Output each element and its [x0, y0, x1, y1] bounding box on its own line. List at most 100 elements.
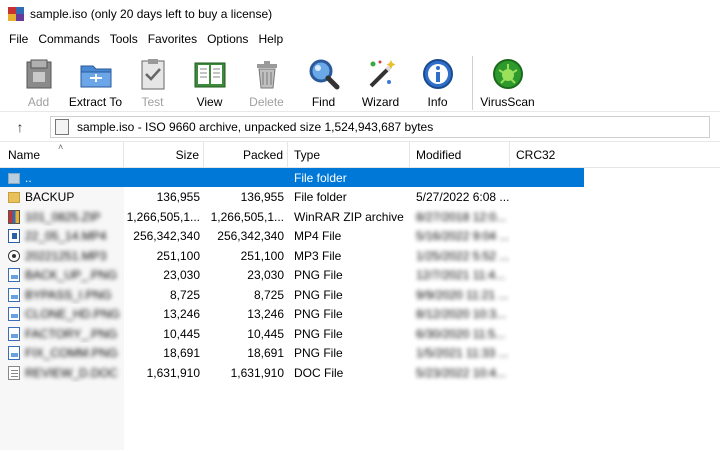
file-name-cell: .. — [0, 168, 124, 187]
file-packed: 23,030 — [247, 268, 284, 282]
file-type: PNG File — [294, 346, 343, 360]
file-modified-cell — [410, 168, 510, 187]
file-name-cell: CLONE_HD.PNG — [0, 305, 124, 324]
sort-ascending-icon: ˄ — [58, 142, 64, 152]
menu-help[interactable]: Help — [253, 32, 288, 46]
column-modified[interactable]: Modified — [410, 141, 510, 168]
file-type: WinRAR ZIP archive — [294, 209, 404, 224]
column-type[interactable]: Type — [288, 141, 410, 168]
file-size — [124, 168, 204, 187]
file-modified: 1/5/2021 11:33 ... — [416, 346, 509, 360]
file-size: 1,266,505,1... — [126, 209, 200, 224]
file-modified: 8/12/2020 10:3... — [416, 307, 507, 321]
file-name: 22_05_14.MP4 — [25, 229, 107, 243]
file-size: 8,725 — [169, 287, 200, 302]
file-modified-cell: 5/27/2022 6:08 ... — [410, 188, 510, 207]
file-type: MP3 File — [294, 248, 342, 263]
file-name-cell: BACKUP — [0, 188, 124, 207]
file-name-cell: 101_0825.ZIP — [0, 207, 124, 226]
delete-button[interactable]: Delete — [238, 54, 295, 110]
file-row[interactable]: REVIEW_D.DOC 1,631,910 1,631,910 DOC File 5/… — [0, 363, 720, 383]
image-file-icon — [8, 307, 20, 321]
folder-icon — [8, 192, 20, 203]
file-name: FACTORY_.PNG — [25, 326, 118, 341]
up-arrow-icon[interactable]: ↑ — [6, 119, 34, 135]
file-row[interactable]: 20221251.MP3 251,100 251,100 MP3 File 1/25/2… — [0, 246, 720, 266]
file-size: 18,691 — [163, 346, 200, 360]
image-file-icon — [8, 268, 20, 282]
info-icon — [420, 56, 456, 92]
winrar-app-icon — [8, 7, 24, 21]
extract-to-button[interactable]: Extract To — [67, 54, 124, 110]
file-row[interactable]: FIX_COMM.PNG 18,691 18,691 PNG File 1/5/2021… — [0, 344, 720, 364]
menu-tools[interactable]: Tools — [105, 32, 143, 46]
test-clipboard-icon — [135, 56, 171, 92]
file-name-cell: BACK_UP_.PNG — [0, 266, 124, 285]
find-button[interactable]: Find — [295, 54, 352, 110]
add-archive-icon — [21, 56, 57, 92]
file-row[interactable]: BACKUP 136,955 136,955 File folder 5/27/2022… — [0, 188, 720, 208]
file-name: FIX_COMM.PNG — [25, 346, 118, 360]
file-row[interactable]: BYPASS_I.PNG 8,725 8,725 PNG File 9/9/2020 1… — [0, 285, 720, 305]
file-size: 251,100 — [156, 248, 200, 263]
file-row[interactable]: 101_0825.ZIP 1,266,505,1... 1,266,505,1...… — [0, 207, 720, 227]
wizard-button[interactable]: Wizard — [352, 54, 409, 110]
image-file-icon — [8, 346, 20, 360]
file-type: DOC File — [294, 365, 344, 380]
file-modified-cell: 8/27/2018 12:0... — [410, 207, 510, 226]
file-row[interactable]: .. File folder — [0, 168, 720, 188]
view-button[interactable]: View — [181, 54, 238, 110]
file-name-cell: BYPASS_I.PNG — [0, 285, 124, 304]
menu-bar: File Commands Tools Favorites Options He… — [0, 28, 720, 50]
document-file-icon — [8, 365, 20, 380]
file-row[interactable]: BACK_UP_.PNG 23,030 23,030 PNG File 12/7/202… — [0, 266, 720, 286]
file-modified-cell: 1/5/2021 11:33 ... — [410, 344, 510, 363]
video-file-icon — [8, 229, 20, 243]
address-bar: ↑ sample.iso - ISO 9660 archive, unpacke… — [0, 112, 720, 142]
file-packed: 8,725 — [253, 287, 284, 302]
file-modified-cell: 9/9/2020 11:21 ... — [410, 285, 510, 304]
file-size: 256,342,340 — [133, 229, 200, 243]
folder-up-icon — [8, 172, 20, 184]
file-packed: 18,691 — [247, 346, 284, 360]
view-book-icon — [192, 56, 228, 92]
file-row[interactable]: 22_05_14.MP4 256,342,340 256,342,340 MP4 Fi… — [0, 227, 720, 247]
file-name-cell: REVIEW_D.DOC — [0, 363, 124, 382]
add-button[interactable]: Add — [10, 54, 67, 110]
file-name: BACK_UP_.PNG — [25, 268, 118, 282]
magnifier-icon — [306, 56, 342, 92]
column-size[interactable]: Size — [124, 141, 204, 168]
file-type: File folder — [294, 190, 347, 204]
file-name: .. — [25, 170, 32, 185]
file-list[interactable]: ˄ Name Size Packed Type Modified CRC32 .… — [0, 141, 720, 450]
file-size: 10,445 — [163, 326, 200, 341]
file-crc32 — [510, 285, 584, 304]
file-type: PNG File — [294, 307, 343, 321]
file-modified: 5/16/2022 9:04 ... — [416, 229, 510, 243]
file-modified: 6/30/2020 11:5... — [416, 326, 506, 341]
file-crc32 — [510, 188, 584, 207]
column-packed[interactable]: Packed — [204, 141, 288, 168]
file-row[interactable]: CLONE_HD.PNG 13,246 13,246 PNG File 8/12/202… — [0, 305, 720, 325]
column-crc32[interactable]: CRC32 — [510, 142, 584, 168]
audio-file-icon — [8, 250, 20, 262]
file-packed: 136,955 — [240, 190, 284, 204]
file-modified: 8/27/2018 12:0... — [416, 209, 507, 224]
file-row[interactable]: FACTORY_.PNG 10,445 10,445 PNG File 6/30/202… — [0, 324, 720, 344]
file-modified: 5/27/2022 6:08 ... — [416, 190, 510, 204]
file-size: 23,030 — [163, 268, 200, 282]
info-button[interactable]: Info — [409, 54, 466, 110]
menu-commands[interactable]: Commands — [33, 32, 104, 46]
file-size: 13,246 — [163, 307, 200, 321]
menu-file[interactable]: File — [4, 32, 33, 46]
file-crc32 — [510, 305, 584, 324]
menu-favorites[interactable]: Favorites — [143, 32, 202, 46]
file-modified-cell: 6/30/2020 11:5... — [410, 324, 510, 343]
test-button[interactable]: Test — [124, 54, 181, 110]
file-modified-cell: 5/23/2022 10:4... — [410, 363, 510, 382]
menu-options[interactable]: Options — [202, 32, 253, 46]
archive-path-field[interactable]: sample.iso - ISO 9660 archive, unpacked … — [50, 115, 710, 138]
virusscan-button[interactable]: VirusScan — [479, 54, 536, 110]
file-crc32 — [510, 227, 584, 246]
file-type: PNG File — [294, 326, 343, 341]
